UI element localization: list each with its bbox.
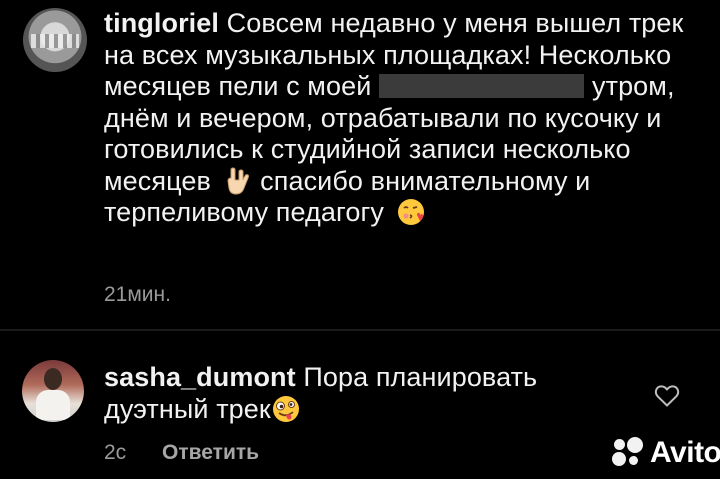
avatar-image-detail — [31, 34, 79, 48]
comment-username[interactable]: sasha_dumont — [104, 362, 296, 392]
reply-button[interactable]: Ответить — [162, 441, 259, 465]
redacted-text-block — [379, 74, 584, 98]
comment-text: sasha_dumont Пора планировать дуэтный тр… — [104, 362, 644, 425]
comment-timestamp: 2с — [104, 441, 127, 464]
rock-on-hand-icon — [227, 166, 249, 195]
face-blowing-kiss-icon — [397, 199, 424, 225]
avito-watermark: Avito — [612, 436, 720, 470]
comment-username[interactable]: tingloriel — [104, 8, 219, 38]
comment-text: tingloriel Совсем недавно у меня вышел т… — [104, 8, 704, 229]
avatar[interactable] — [22, 360, 84, 422]
avito-logo-icon — [612, 437, 644, 469]
divider — [0, 329, 720, 331]
avatar[interactable] — [23, 8, 87, 72]
zany-face-icon — [272, 395, 299, 422]
avatar-image-detail — [36, 390, 70, 420]
avatar-image-detail — [44, 368, 62, 390]
heart-outline-icon[interactable] — [654, 384, 680, 408]
watermark-text: Avito — [650, 436, 720, 469]
comment-timestamp: 21мин. — [104, 283, 171, 306]
